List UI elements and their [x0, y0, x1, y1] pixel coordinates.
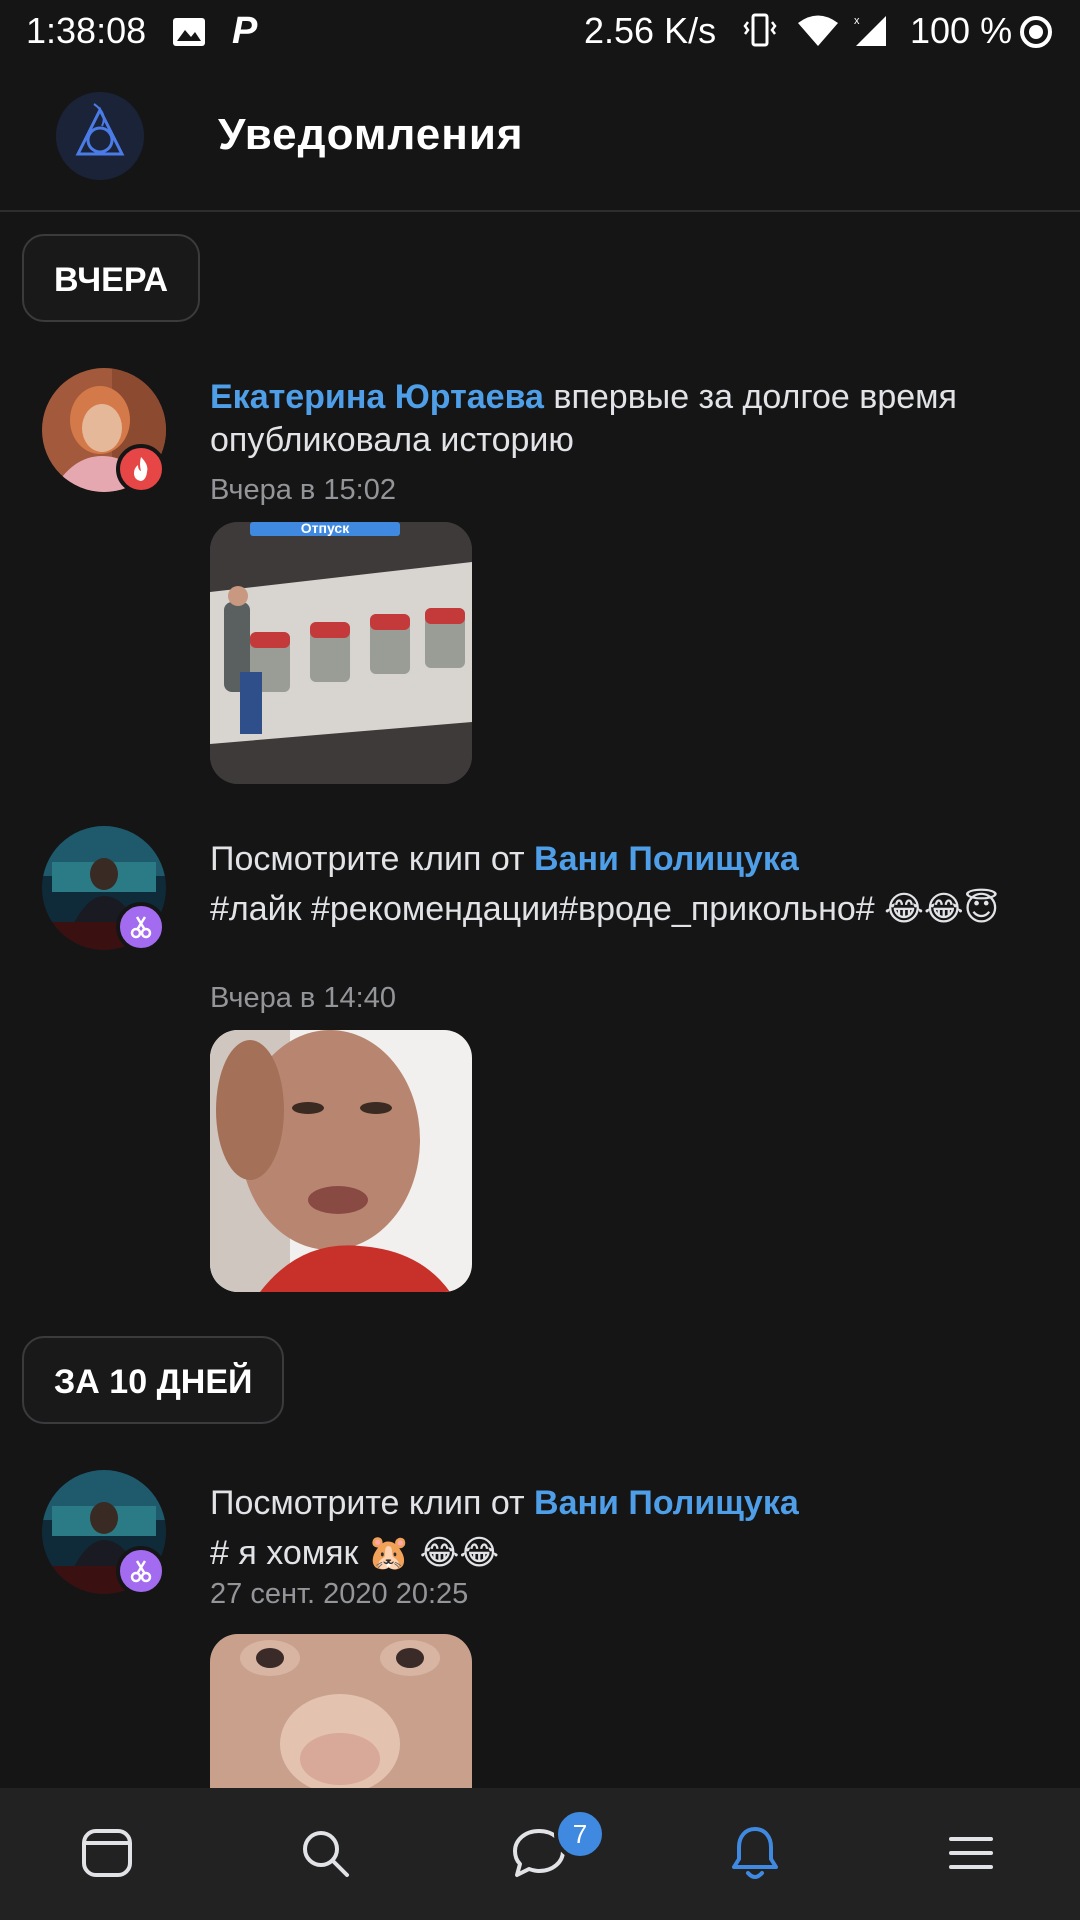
messages-badge: 7 — [554, 1808, 606, 1860]
search-icon[interactable] — [290, 1818, 360, 1888]
clip-thumbnail[interactable] — [210, 1030, 472, 1292]
page-title: Уведомления — [218, 110, 524, 159]
clip-icon — [116, 902, 166, 952]
story-caption: Отпуск — [301, 522, 350, 536]
community-logo-icon[interactable] — [56, 92, 144, 180]
notification-time: 27 сент. 2020 20:25 — [210, 1578, 469, 1610]
bottom-navigation: 7 — [0, 1788, 1080, 1920]
user-link[interactable]: Вани Полищука — [534, 840, 799, 878]
section-label-ten-days: ЗА 10 ДНЕЙ — [22, 1336, 285, 1424]
notification-time: Вчера в 15:02 — [210, 474, 396, 506]
section-label-yesterday: ВЧЕРА — [22, 234, 201, 322]
feed-icon[interactable] — [72, 1818, 142, 1888]
notification-text: Посмотрите клип от Вани Полищука # я хом… — [210, 1484, 799, 1572]
user-link[interactable]: Вани Полищука — [534, 1484, 799, 1522]
ring-icon — [1018, 14, 1054, 59]
battery-level: 100 % — [910, 10, 1013, 51]
notification-text: Екатерина Юртаева впервые за долгое врем… — [210, 378, 957, 459]
status-bar: 1:38:08 P 2.56 K/s x 100 % — [0, 0, 1080, 64]
svg-text:x: x — [854, 15, 860, 27]
notification-time: Вчера в 14:40 — [210, 982, 396, 1014]
gallery-icon — [172, 14, 206, 56]
p-app-icon: P — [232, 10, 258, 52]
story-thumbnail[interactable]: Отпуск — [210, 522, 472, 784]
notifications-bell-icon[interactable] — [720, 1818, 790, 1888]
notification-text: Посмотрите клип от Вани Полищука #лайк #… — [210, 840, 1000, 928]
clip-icon — [116, 1546, 166, 1596]
status-time: 1:38:08 — [26, 10, 147, 51]
app-header: Уведомления — [0, 64, 1080, 212]
menu-icon[interactable] — [936, 1818, 1006, 1888]
network-speed: 2.56 K/s — [584, 10, 717, 51]
clip-thumbnail[interactable] — [210, 1634, 472, 1788]
wifi-icon — [796, 14, 840, 57]
vibrate-icon — [742, 12, 778, 57]
cell-signal-icon: x — [852, 12, 888, 57]
user-link[interactable]: Екатерина Юртаева — [210, 378, 544, 416]
fire-icon — [116, 444, 166, 494]
